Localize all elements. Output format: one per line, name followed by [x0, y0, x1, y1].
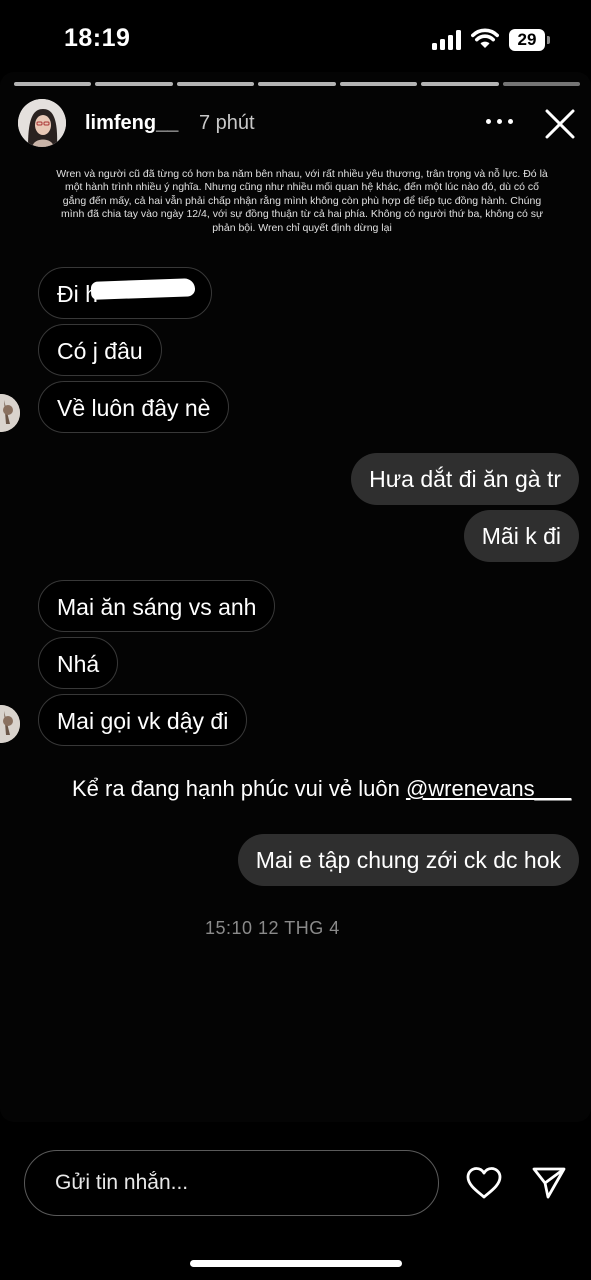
sender-avatar	[0, 705, 20, 743]
story-progress-bar	[14, 82, 580, 86]
reply-bar	[0, 1122, 591, 1280]
story-time-ago: 7 phút	[199, 112, 255, 134]
message-bubble: Nhá	[38, 637, 119, 689]
status-time: 18:19	[64, 24, 131, 52]
progress-segment	[258, 82, 336, 86]
message-bubble: Đi h	[38, 267, 212, 319]
heart-icon[interactable]	[465, 1166, 503, 1200]
message-input[interactable]	[24, 1150, 439, 1216]
message-bubble: Mai gọi vk dậy đi	[38, 694, 248, 746]
message-bubble: Về luôn đây nè	[38, 381, 230, 433]
progress-segment	[339, 82, 418, 86]
story-viewer[interactable]: limfeng__ 7 phút Wren và người cũ đã từn…	[0, 72, 591, 1122]
cellular-signal-icon	[432, 30, 464, 50]
overlay-text: Kể ra đang hạnh phúc vui vẻ luôn	[72, 776, 400, 801]
redaction-scribble	[90, 278, 196, 300]
message-timestamp: 15:10 12 THG 4	[205, 918, 340, 938]
wifi-icon	[471, 28, 499, 48]
send-icon[interactable]	[531, 1166, 567, 1200]
battery-tip	[547, 36, 550, 44]
progress-segment	[421, 82, 499, 86]
sender-avatar	[0, 394, 20, 432]
home-indicator	[190, 1260, 402, 1267]
close-icon[interactable]	[542, 106, 578, 142]
message-bubble: Mãi k đi	[463, 510, 579, 562]
message-bubble: Có j đâu	[38, 324, 162, 376]
message-bubble: Mai e tập chung zới ck dc hok	[237, 834, 579, 886]
story-text-overlay: Kể ra đang hạnh phúc vui vẻ luôn @wrenev…	[72, 776, 571, 802]
story-username[interactable]: limfeng__	[85, 112, 178, 135]
battery-icon: 29	[509, 29, 545, 51]
status-bar: 18:19 29	[0, 0, 591, 72]
more-options-icon[interactable]	[486, 117, 514, 127]
story-caption: Wren và người cũ đã từng có hơn ba năm b…	[56, 168, 548, 234]
progress-segment	[14, 82, 92, 86]
progress-segment	[176, 82, 255, 86]
progress-segment	[502, 82, 580, 86]
progress-segment	[95, 82, 173, 86]
message-bubble: Mai ăn sáng vs anh	[38, 580, 276, 632]
message-bubble: Hưa dắt đi ăn gà tr	[351, 453, 579, 505]
avatar[interactable]	[18, 99, 66, 147]
mention-link[interactable]: @wrenevans___	[406, 776, 571, 801]
